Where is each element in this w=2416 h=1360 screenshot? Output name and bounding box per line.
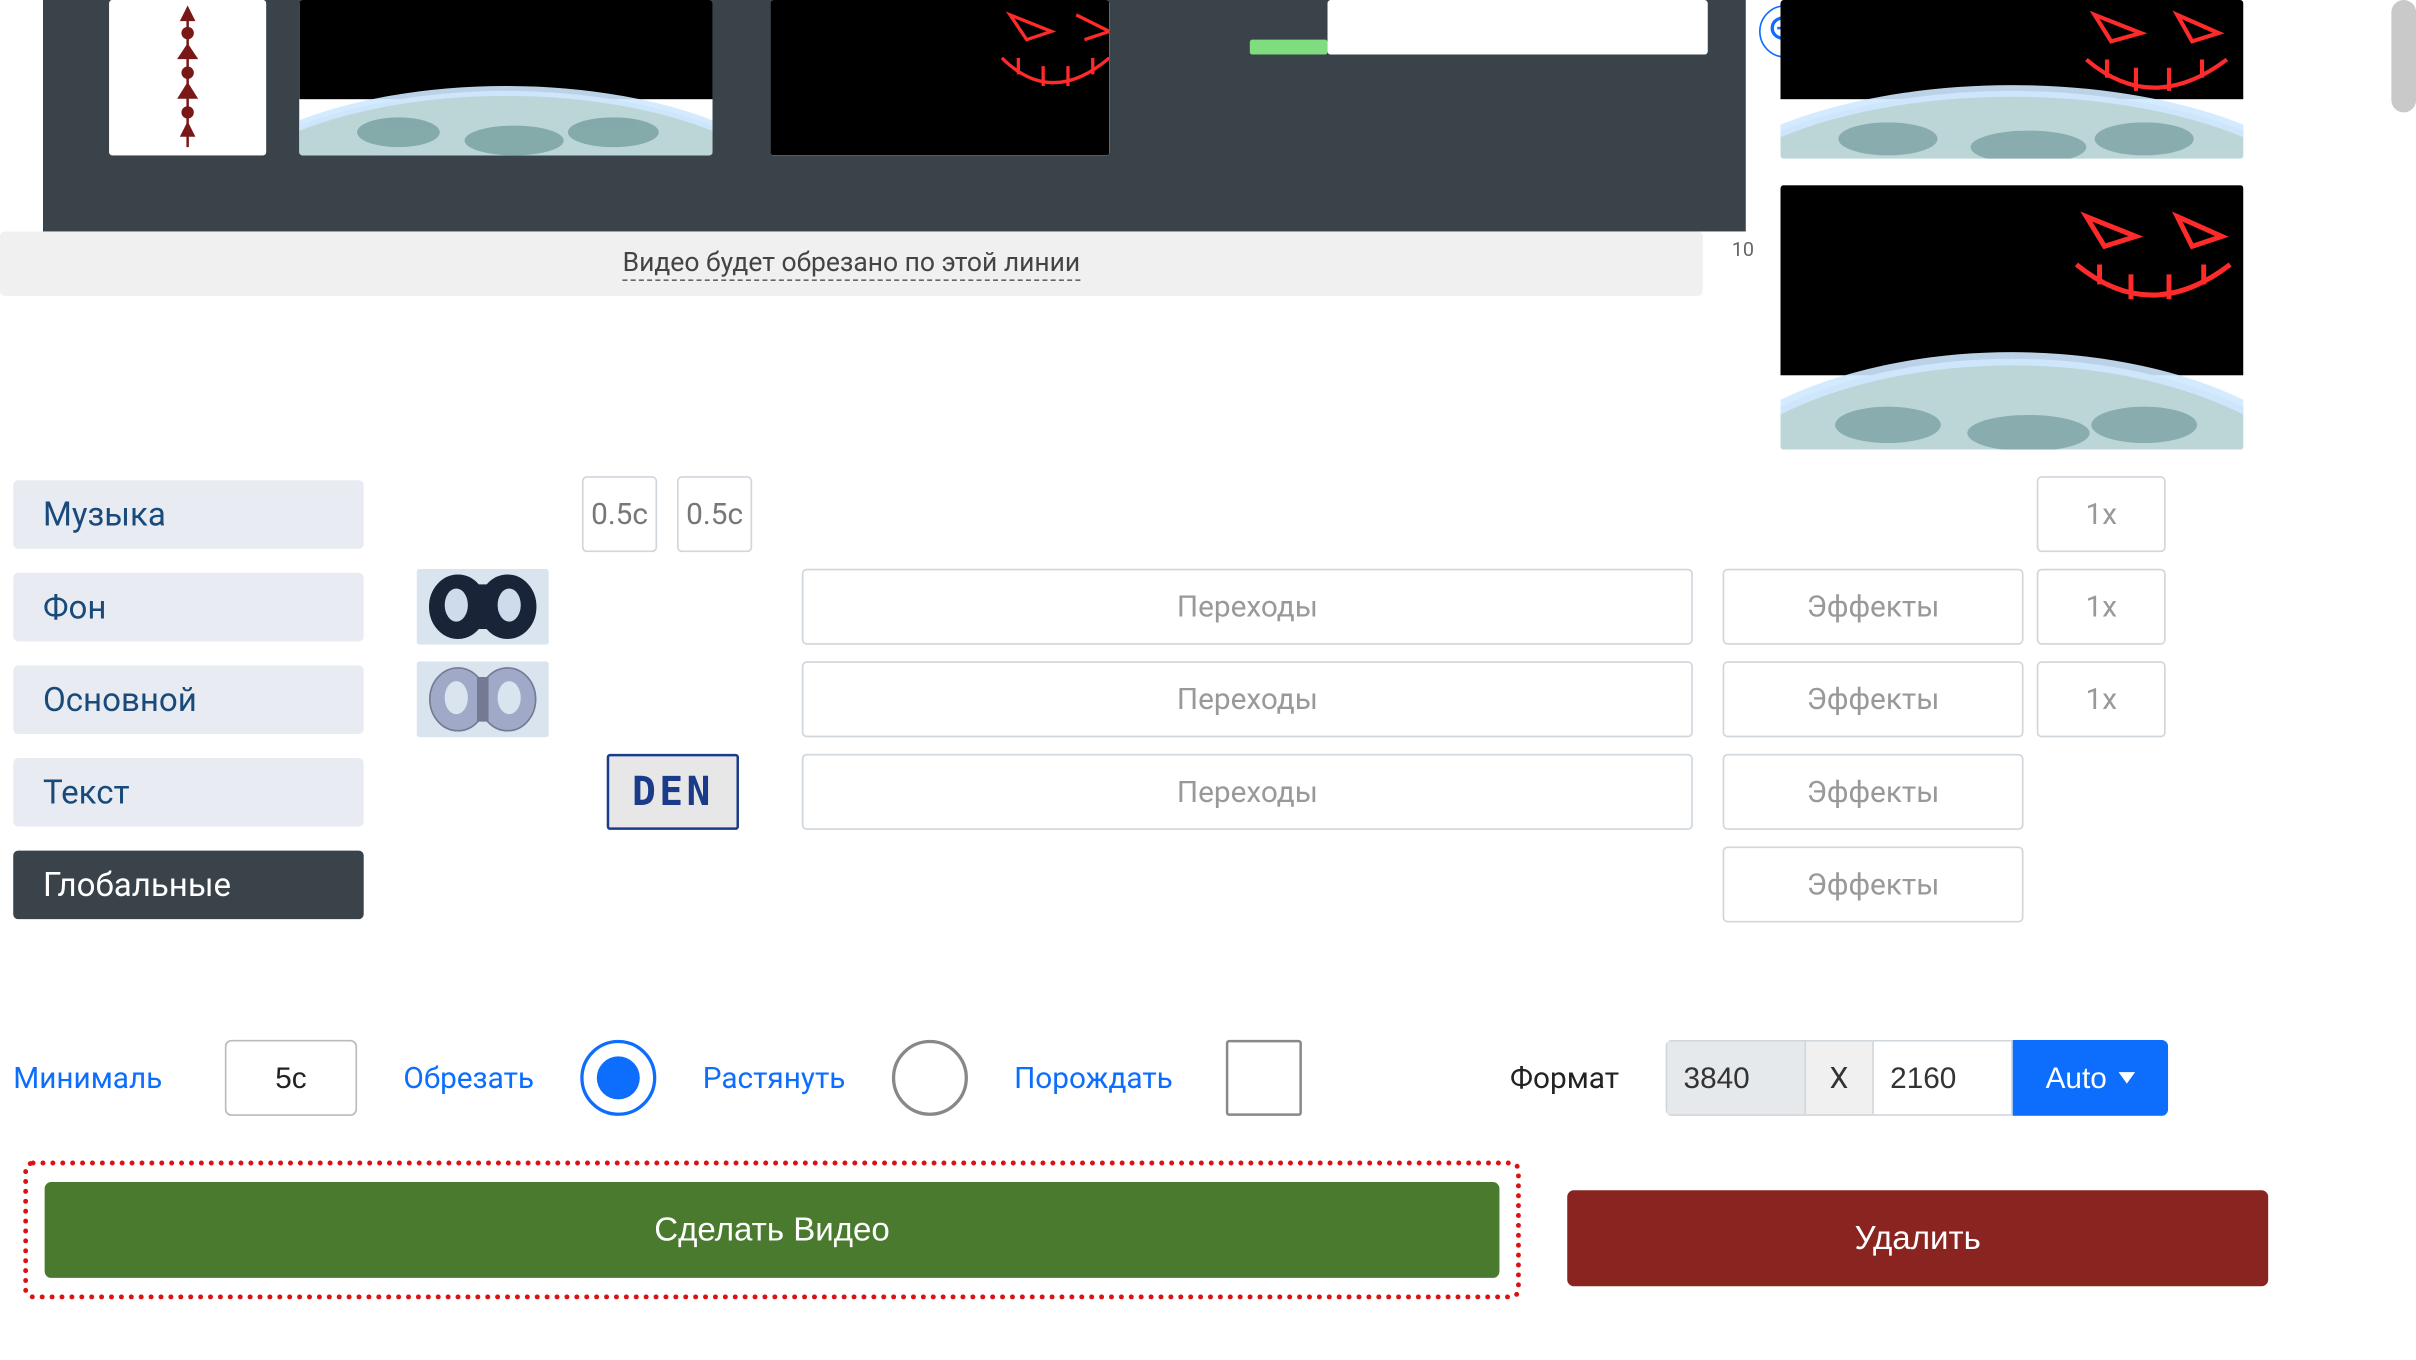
music-sec-a[interactable]: 0.5с xyxy=(582,476,657,552)
layer-row-music: Музыка 0.5с 0.5с 1x xyxy=(13,476,2261,552)
crop-radio[interactable] xyxy=(580,1040,656,1116)
timeline-clip-2[interactable] xyxy=(299,0,712,155)
layer-label-global[interactable]: Глобальные xyxy=(13,850,363,919)
layer-row-global: Глобальные Эффекты xyxy=(13,846,2261,922)
stretch-label: Растянуть xyxy=(703,1061,846,1096)
timeline xyxy=(43,0,1746,231)
layer-label-bg[interactable]: Фон xyxy=(13,572,363,641)
crop-label: Обрезать xyxy=(403,1061,534,1096)
min-input[interactable] xyxy=(225,1040,357,1116)
layer-panel: Музыка 0.5с 0.5с 1x Фон xyxy=(13,476,2261,939)
app-root: Видео будет обрезано по этой линии 10 xyxy=(0,0,2416,1360)
layer-row-bg: Фон Переходы Эффекты 1x xyxy=(13,569,2261,645)
min-label: Минималь xyxy=(13,1061,178,1096)
bg-thumb[interactable] xyxy=(417,569,549,645)
main-mult[interactable]: 1x xyxy=(2037,661,2166,737)
global-effects[interactable]: Эффекты xyxy=(1723,846,2024,922)
main-transitions[interactable]: Переходы xyxy=(802,661,1693,737)
make-video-highlight: Сделать Видео xyxy=(23,1161,1521,1300)
crop-line-text: Видео будет обрезано по этой линии xyxy=(623,246,1081,281)
timeline-clip-3[interactable] xyxy=(770,0,1109,155)
format-auto-button[interactable]: Auto xyxy=(2012,1040,2167,1116)
format-width-input[interactable] xyxy=(1665,1040,1806,1116)
caret-down-icon xyxy=(2118,1072,2135,1084)
layer-label-music[interactable]: Музыка xyxy=(13,480,363,549)
timeline-tick-10: 10 xyxy=(1732,238,1754,261)
format-height-input[interactable] xyxy=(1872,1040,2013,1116)
music-sec-b[interactable]: 0.5с xyxy=(677,476,752,552)
timeline-clip-4-progress xyxy=(1250,40,1328,55)
text-thumb[interactable]: DEN xyxy=(607,754,739,830)
text-effects[interactable]: Эффекты xyxy=(1723,754,2024,830)
spawn-checkbox[interactable] xyxy=(1226,1040,1302,1116)
timeline-clip-4[interactable] xyxy=(1328,0,1708,55)
stretch-radio[interactable] xyxy=(892,1040,968,1116)
spawn-label: Порождать xyxy=(1014,1061,1179,1096)
format-group: X Auto xyxy=(1665,1040,2168,1116)
crop-line-banner: Видео будет обрезано по этой линии xyxy=(0,231,1703,295)
options-row: Минималь Обрезать Растянуть Порождать Фо… xyxy=(13,1040,2261,1116)
format-label: Формат xyxy=(1510,1061,1619,1096)
layer-label-main[interactable]: Основной xyxy=(13,665,363,734)
main-thumb[interactable] xyxy=(417,661,549,737)
text-transitions[interactable]: Переходы xyxy=(802,754,1693,830)
preview-thumb-1[interactable] xyxy=(1780,0,2243,159)
bg-transitions[interactable]: Переходы xyxy=(802,569,1693,645)
layer-row-text: Текст DEN Переходы Эффекты xyxy=(13,754,2261,830)
layer-row-main: Основной Переходы Эффекты 1x xyxy=(13,661,2261,737)
bg-effects[interactable]: Эффекты xyxy=(1723,569,2024,645)
music-mult[interactable]: 1x xyxy=(2037,476,2166,552)
bg-mult[interactable]: 1x xyxy=(2037,569,2166,645)
scrollbar-thumb[interactable] xyxy=(2391,0,2416,112)
make-video-button[interactable]: Сделать Видео xyxy=(45,1182,1500,1278)
action-row: Сделать Видео Удалить xyxy=(23,1161,2271,1300)
main-effects[interactable]: Эффекты xyxy=(1723,661,2024,737)
format-auto-label: Auto xyxy=(2046,1061,2107,1096)
timeline-clip-1[interactable] xyxy=(109,0,266,155)
layer-label-text[interactable]: Текст xyxy=(13,758,363,827)
format-x-label: X xyxy=(1806,1040,1872,1116)
preview-thumb-2[interactable] xyxy=(1780,185,2243,450)
preview-column xyxy=(1780,0,2243,476)
delete-button[interactable]: Удалить xyxy=(1567,1190,2268,1286)
